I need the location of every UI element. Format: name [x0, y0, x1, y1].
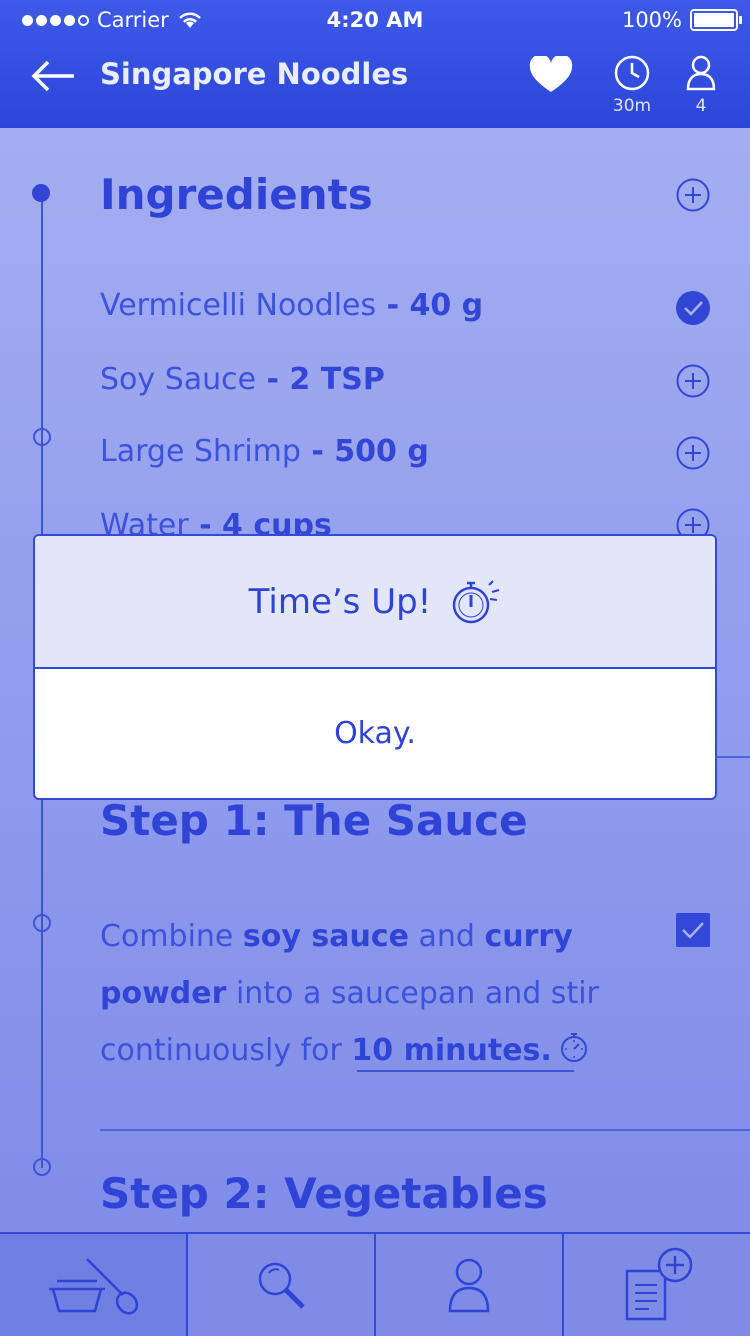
timeline-dot: [33, 1158, 51, 1176]
tab-bar: [0, 1232, 750, 1336]
step-ingredient: soy sauce: [242, 919, 409, 954]
times-up-dialog: Time’s Up! Okay.: [33, 534, 717, 800]
tab-profile[interactable]: [376, 1234, 564, 1336]
ingredients-heading: Ingredients: [100, 170, 373, 219]
dialog-header: Time’s Up!: [35, 536, 715, 669]
profile-icon: [448, 1258, 490, 1313]
step-checkbox[interactable]: [676, 913, 710, 947]
step-text: Combine: [100, 919, 243, 954]
battery-label: 100%: [621, 8, 682, 32]
timeline-dot: [33, 428, 51, 446]
stopwatch-icon[interactable]: [558, 1031, 590, 1063]
person-icon[interactable]: [686, 54, 716, 92]
app-screen: Carrier 4:20 AM 100% Singapore Noodles 3…: [0, 0, 750, 1336]
ingredient-row: Soy Sauce - 2 TSP: [100, 362, 385, 397]
battery-icon: [690, 9, 742, 31]
section-divider: [100, 1129, 750, 1131]
step1-instructions: Combine soy sauce and curry powder into …: [100, 908, 620, 1079]
step1-heading: Step 1: The Sauce: [100, 796, 528, 845]
heart-icon[interactable]: [528, 56, 574, 94]
ingredient-name: Soy Sauce: [100, 362, 257, 397]
tab-recipes[interactable]: [0, 1234, 188, 1336]
stopwatch-icon: [453, 579, 500, 623]
nav-header: Carrier 4:20 AM 100% Singapore Noodles 3…: [0, 0, 750, 128]
add-note-icon: [625, 1247, 693, 1321]
step2-heading: Step 2: Vegetables: [100, 1169, 548, 1218]
search-icon: [258, 1262, 305, 1309]
cook-time-label: 30m: [612, 96, 652, 116]
check-circle-icon[interactable]: [676, 291, 710, 325]
ingredient-row: Vermicelli Noodles - 40 g: [100, 288, 483, 323]
page-title: Singapore Noodles: [100, 57, 409, 91]
ingredient-amount: - 40 g: [376, 288, 484, 323]
tab-add-note[interactable]: [564, 1234, 750, 1336]
add-circle-icon[interactable]: [676, 436, 710, 470]
okay-button[interactable]: Okay.: [35, 669, 715, 798]
ingredient-name: Vermicelli Noodles: [100, 288, 377, 323]
tab-search[interactable]: [188, 1234, 376, 1336]
step-text: and: [408, 919, 485, 954]
back-arrow-icon[interactable]: [28, 56, 78, 96]
add-circle-icon[interactable]: [676, 364, 710, 398]
status-bar: Carrier 4:20 AM 100%: [0, 0, 750, 40]
bowl-spoon-icon: [49, 1258, 139, 1315]
servings-label: 4: [695, 96, 707, 116]
timer-link[interactable]: 10 minutes.: [351, 1033, 551, 1068]
timer-underline: [357, 1070, 574, 1072]
ingredient-amount: - 500 g: [300, 434, 429, 469]
battery-info: 100%: [621, 8, 742, 32]
dialog-title: Time’s Up!: [248, 581, 432, 622]
ingredient-row: Large Shrimp - 500 g: [100, 434, 429, 469]
timeline-dot: [33, 914, 51, 932]
add-ingredients-icon[interactable]: [676, 178, 710, 212]
clock-icon[interactable]: [613, 54, 651, 92]
ingredient-name: Large Shrimp: [100, 434, 301, 469]
timeline-dot: [32, 184, 50, 202]
ingredient-amount: - 2 TSP: [256, 362, 385, 397]
